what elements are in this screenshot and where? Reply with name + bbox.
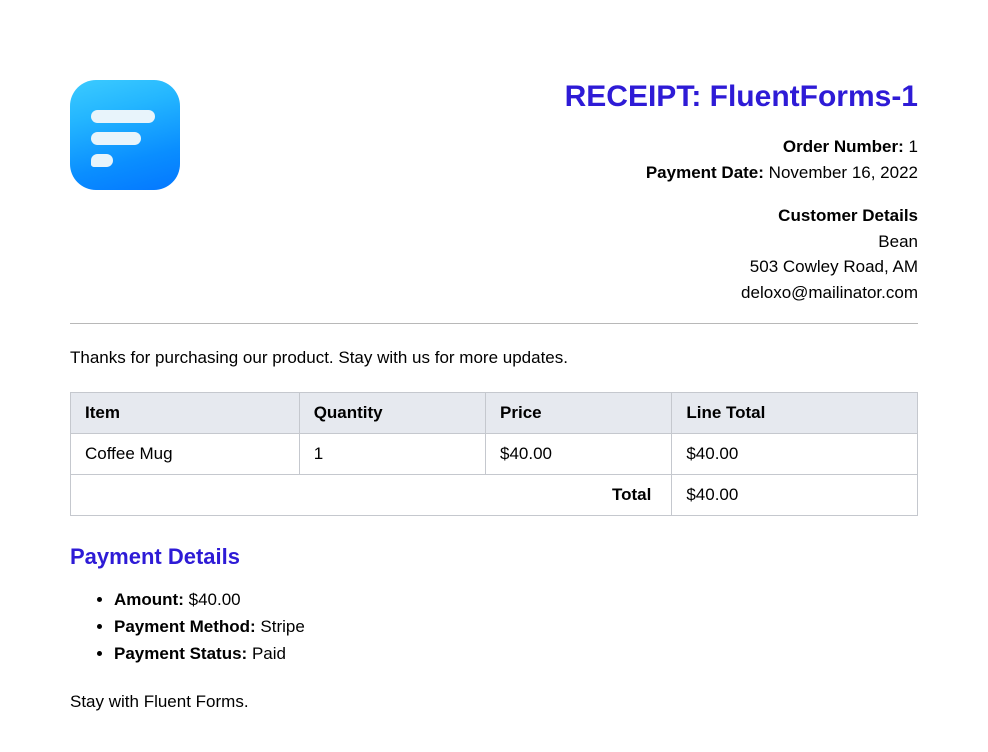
table-row: Coffee Mug 1 $40.00 $40.00 — [71, 434, 918, 475]
cell-price: $40.00 — [486, 434, 672, 475]
receipt-title: RECEIPT: FluentForms-1 — [180, 80, 918, 114]
total-value: $40.00 — [672, 475, 918, 516]
payment-date-line: Payment Date: November 16, 2022 — [180, 160, 918, 186]
payment-amount-label: Amount: — [114, 590, 184, 609]
total-label: Total — [71, 475, 672, 516]
cell-line-total: $40.00 — [672, 434, 918, 475]
th-price: Price — [486, 393, 672, 434]
customer-email: deloxo@mailinator.com — [180, 280, 918, 306]
payment-details-heading: Payment Details — [70, 544, 918, 570]
payment-method-item: Payment Method: Stripe — [114, 613, 918, 640]
payment-date-label: Payment Date: — [646, 163, 764, 182]
payment-status-value: Paid — [252, 644, 286, 663]
payment-method-label: Payment Method: — [114, 617, 256, 636]
payment-method-value: Stripe — [260, 617, 304, 636]
payment-status-label: Payment Status: — [114, 644, 247, 663]
order-number-value: 1 — [909, 137, 918, 156]
customer-details-label: Customer Details — [180, 203, 918, 229]
fluentforms-logo-icon — [70, 80, 180, 190]
customer-name: Bean — [180, 229, 918, 255]
th-item: Item — [71, 393, 300, 434]
payment-status-item: Payment Status: Paid — [114, 640, 918, 667]
th-line-total: Line Total — [672, 393, 918, 434]
order-number-label: Order Number: — [783, 137, 904, 156]
items-table: Item Quantity Price Line Total Coffee Mu… — [70, 392, 918, 516]
table-total-row: Total $40.00 — [71, 475, 918, 516]
payment-amount-value: $40.00 — [189, 590, 241, 609]
customer-address: 503 Cowley Road, AM — [180, 254, 918, 280]
cell-quantity: 1 — [299, 434, 485, 475]
footer-message: Stay with Fluent Forms. — [70, 692, 918, 712]
thanks-message: Thanks for purchasing our product. Stay … — [70, 348, 918, 368]
divider — [70, 323, 918, 324]
payment-details-list: Amount: $40.00 Payment Method: Stripe Pa… — [114, 586, 918, 668]
payment-date-value: November 16, 2022 — [769, 163, 918, 182]
cell-item: Coffee Mug — [71, 434, 300, 475]
th-quantity: Quantity — [299, 393, 485, 434]
order-number-line: Order Number: 1 — [180, 134, 918, 160]
payment-amount-item: Amount: $40.00 — [114, 586, 918, 613]
